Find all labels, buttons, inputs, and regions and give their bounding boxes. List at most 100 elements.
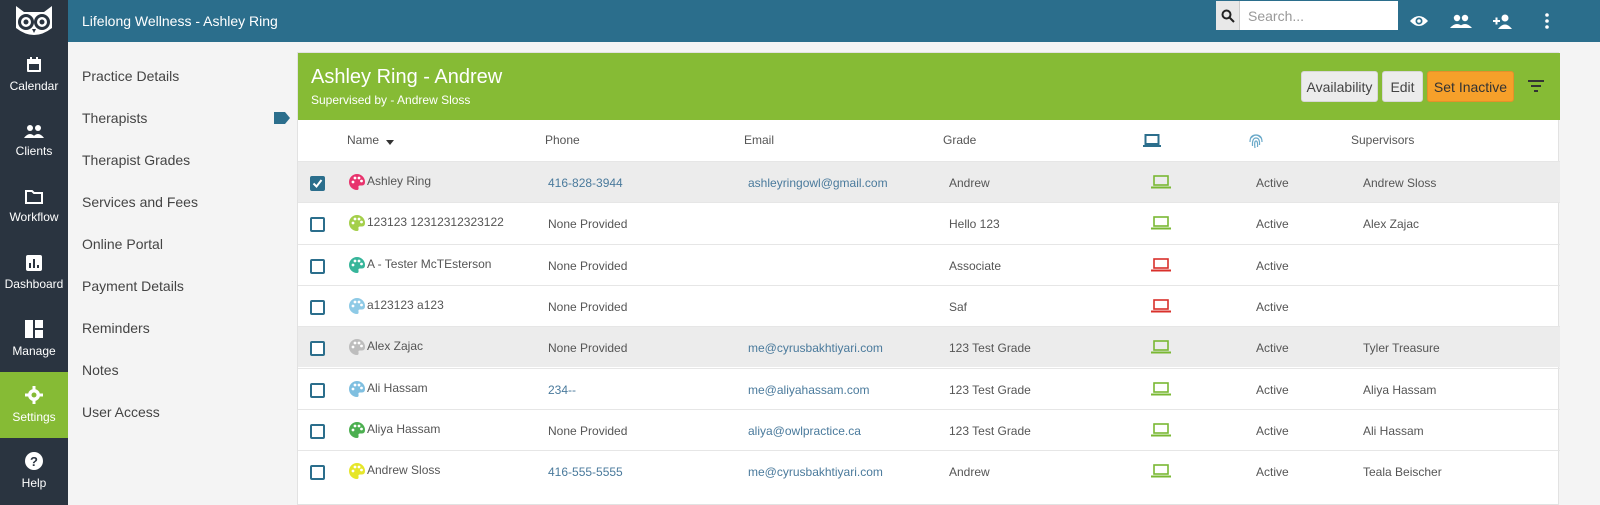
palette-icon <box>349 421 365 441</box>
therapist-name[interactable]: Aliya Hassam <box>367 422 440 436</box>
sidebar-item-help[interactable]: ? Help <box>0 438 68 504</box>
table-row[interactable]: A - Tester McTEsterson None Provided Assoc… <box>298 243 1560 285</box>
table-row[interactable]: Aliya Hassam None Provided aliya@owlpracti… <box>298 408 1560 450</box>
therapist-name[interactable]: a123123 a123 <box>367 298 444 312</box>
fingerprint-icon[interactable] <box>1248 132 1264 153</box>
row-checkbox[interactable] <box>310 299 325 315</box>
status-cell: Active <box>1256 423 1289 438</box>
laptop-status-icon <box>1151 464 1171 481</box>
sidebar-item-workflow[interactable]: Workflow <box>0 174 68 240</box>
table-row[interactable]: Alex Zajac None Provided me@cyrusbakhtiyar… <box>298 326 1560 368</box>
email-link[interactable]: me@cyrusbakhtiyari.com <box>748 465 883 479</box>
subnav-item-user-access[interactable]: User Access <box>82 404 160 420</box>
phone-cell[interactable]: 416-555-5555 <box>548 465 623 479</box>
subnav-item-payment-details[interactable]: Payment Details <box>82 278 184 294</box>
active-tag-icon <box>274 111 290 129</box>
filter-list-icon[interactable] <box>1528 79 1544 97</box>
palette-icon <box>349 256 365 276</box>
therapist-name[interactable]: 123123 12312312323122 <box>367 215 504 229</box>
palette-icon <box>349 215 365 234</box>
status-cell: Active <box>1256 176 1289 190</box>
group-icon[interactable] <box>1450 10 1472 32</box>
sidebar-item-dashboard[interactable]: Dashboard <box>0 240 68 306</box>
status-cell: Active <box>1256 465 1289 480</box>
supervisors-cell: Tyler Treasure <box>1363 341 1440 356</box>
more-vert-icon[interactable] <box>1536 10 1558 32</box>
subnav-item-online-portal[interactable]: Online Portal <box>82 236 163 252</box>
table-row[interactable]: Andrew Sloss 416-555-5555 me@cyrusbakhtiya… <box>298 450 1560 491</box>
row-checkbox[interactable] <box>310 176 325 191</box>
laptop-status-icon <box>1151 340 1171 357</box>
phone-cell[interactable]: 234-- <box>548 383 576 397</box>
therapist-name[interactable]: Andrew Sloss <box>367 463 440 477</box>
email-link[interactable]: me@cyrusbakhtiyari.com <box>748 341 883 355</box>
palette-icon <box>349 380 365 400</box>
sidebar-item-label: Calendar <box>9 79 59 93</box>
subnav-item-reminders[interactable]: Reminders <box>82 320 150 336</box>
grade-cell: Saf <box>949 299 968 314</box>
table-row[interactable]: a123123 a123 None Provided Saf Active <box>298 284 1560 326</box>
grade-cell: 123 Test Grade <box>949 341 1031 356</box>
subnav-item-practice-details[interactable]: Practice Details <box>82 68 179 84</box>
column-header-phone[interactable]: Phone <box>545 133 580 147</box>
therapist-name[interactable]: Alex Zajac <box>367 339 423 353</box>
subnav-item-services-and-fees[interactable]: Services and Fees <box>82 194 198 210</box>
laptop-status-icon <box>1151 422 1171 440</box>
email-link[interactable]: aliya@owlpractice.ca <box>748 424 861 438</box>
set-inactive-button[interactable]: Set Inactive <box>1427 71 1514 102</box>
laptop-status-icon <box>1151 299 1171 316</box>
status-cell: Active <box>1256 299 1289 314</box>
subnav-item-notes[interactable]: Notes <box>82 362 119 378</box>
sidebar-item-settings[interactable]: Settings <box>0 372 68 438</box>
email-link[interactable]: me@aliyahassam.com <box>748 383 870 397</box>
search-input[interactable] <box>1240 1 1398 30</box>
supervisors-cell: Ali Hassam <box>1363 423 1424 438</box>
help-icon: ? <box>25 452 43 473</box>
row-checkbox[interactable] <box>310 258 325 274</box>
laptop-icon[interactable] <box>1143 134 1161 150</box>
table-row[interactable]: Ali Hassam 234-- me@aliyahassam.com 123 Tes… <box>298 367 1560 409</box>
sidebar-item-label: Dashboard <box>4 277 64 291</box>
row-checkbox[interactable] <box>310 423 325 439</box>
phone-cell: None Provided <box>548 341 628 356</box>
folder-icon <box>25 190 43 207</box>
top-bar: Lifelong Wellness - Ashley Ring <box>0 0 1600 42</box>
column-header-email[interactable]: Email <box>744 133 774 147</box>
therapist-panel: Ashley Ring - Andrew Supervised by - And… <box>297 52 1560 505</box>
settings-subnav: Practice Details Therapists Therapist Gr… <box>68 42 296 505</box>
column-header-grade[interactable]: Grade <box>943 133 976 147</box>
therapist-name[interactable]: A - Tester McTEsterson <box>367 257 491 271</box>
row-checkbox[interactable] <box>310 341 325 357</box>
subnav-item-therapist-grades[interactable]: Therapist Grades <box>82 152 190 168</box>
therapist-name[interactable]: Ashley Ring <box>367 174 431 188</box>
laptop-status-icon <box>1151 175 1171 192</box>
supervisors-cell: Teala Beischer <box>1363 465 1442 480</box>
table-row[interactable]: Ashley Ring 416-828-3944 ashleyringowl@gma… <box>298 161 1560 202</box>
search-icon[interactable] <box>1216 1 1240 30</box>
sidebar-item-manage[interactable]: Manage <box>0 306 68 372</box>
sidebar-item-calendar[interactable]: Calendar <box>0 42 68 108</box>
column-header-supervisors[interactable]: Supervisors <box>1351 133 1414 147</box>
supervisors-cell: Aliya Hassam <box>1363 382 1437 397</box>
search-box <box>1216 1 1398 30</box>
therapist-name[interactable]: Ali Hassam <box>367 381 428 395</box>
sidebar-item-label: Manage <box>12 344 56 358</box>
row-checkbox[interactable] <box>310 382 325 398</box>
table-row[interactable]: 123123 12312312323122 None Provided Hello … <box>298 202 1560 243</box>
phone-cell[interactable]: 416-828-3944 <box>548 176 623 190</box>
column-header-name[interactable]: Name <box>347 133 395 148</box>
eye-icon[interactable] <box>1408 10 1430 32</box>
sidebar-item-clients[interactable]: Clients <box>0 108 68 174</box>
edit-button[interactable]: Edit <box>1382 71 1423 102</box>
row-checkbox[interactable] <box>310 217 325 233</box>
sidebar-item-label: Clients <box>15 144 53 158</box>
owl-logo[interactable] <box>0 0 68 42</box>
phone-cell: None Provided <box>548 299 628 314</box>
palette-icon <box>349 297 365 317</box>
add-person-icon[interactable] <box>1492 10 1514 32</box>
palette-icon <box>349 463 365 482</box>
subnav-item-therapists[interactable]: Therapists <box>82 110 147 126</box>
availability-button[interactable]: Availability <box>1301 71 1378 102</box>
row-checkbox[interactable] <box>310 465 325 481</box>
email-link[interactable]: ashleyringowl@gmail.com <box>748 176 888 190</box>
